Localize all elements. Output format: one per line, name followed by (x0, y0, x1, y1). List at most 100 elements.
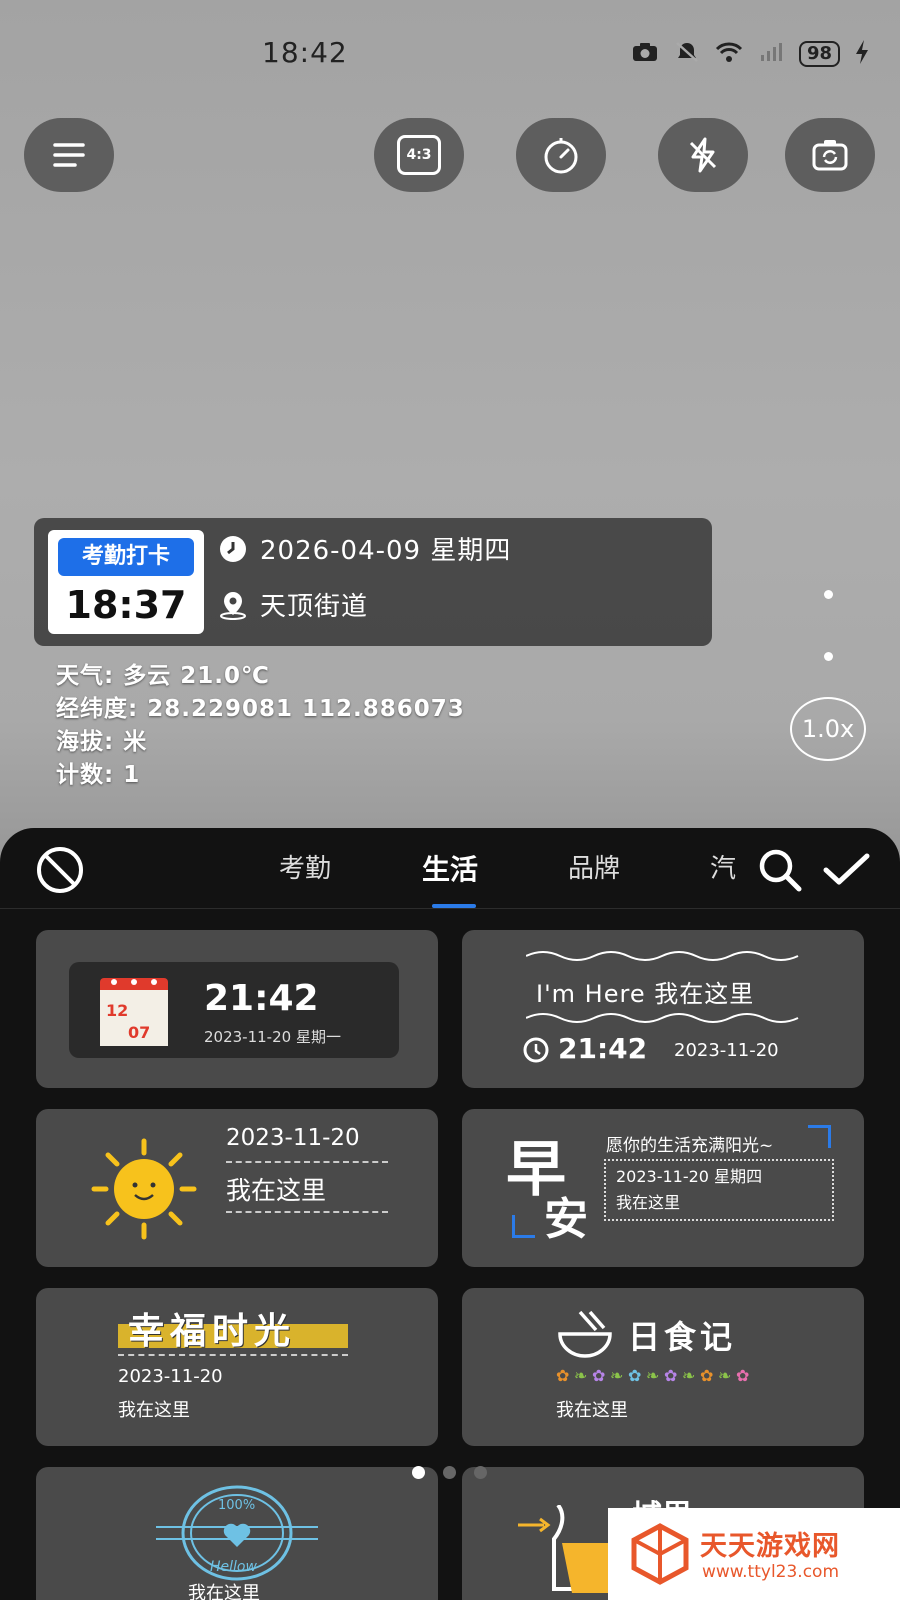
template-card-food-diary[interactable]: 日食记 ✿ ❧ ✿ ❧ ✿ ❧ ✿ ❧ ✿ ❧ ✿ 我在这里 (462, 1288, 864, 1446)
tab-attendance[interactable]: 考勤 (279, 848, 331, 885)
tab-car[interactable]: 汽 (710, 848, 736, 885)
camera-status-icon (631, 41, 659, 67)
site-url: www.ttyl23.com (702, 1562, 840, 1582)
card-date: 2023-11-20 (674, 1040, 779, 1061)
count-text: 计数: 1 (56, 762, 141, 788)
mute-bell-icon (673, 41, 701, 67)
flower-row-icon: ✿ ❧ ✿ ❧ ✿ ❧ ✿ ❧ ✿ ❧ ✿ (556, 1366, 749, 1385)
svg-text:✿: ✿ (556, 1366, 569, 1385)
category-tabs: 考勤 生活 品牌 汽 (0, 828, 900, 909)
site-logo-icon (631, 1523, 689, 1585)
pager-dot[interactable] (443, 1466, 456, 1479)
svg-text:❧: ❧ (610, 1366, 623, 1385)
charging-icon (854, 40, 870, 68)
altitude-text: 海拔: 米 (56, 729, 148, 755)
no-watermark-button[interactable] (32, 842, 88, 898)
svg-text:✿: ✿ (664, 1366, 677, 1385)
check-icon (823, 853, 870, 885)
aspect-ratio-button[interactable]: 4:3 (374, 118, 464, 192)
card-location-label: 我在这里 (556, 1400, 628, 1421)
timer-button[interactable] (516, 118, 606, 192)
tab-brand[interactable]: 品牌 (568, 848, 620, 885)
calendar-day: 07 (128, 1023, 150, 1042)
menu-button[interactable] (24, 118, 114, 192)
status-time: 18:42 (262, 36, 348, 69)
svg-text:✿: ✿ (628, 1366, 641, 1385)
calendar-icon: 12 07 (100, 978, 168, 1046)
template-card-good-morning[interactable]: 早 安 愿你的生活充满阳光~ 2023-11-20 星期四 我在这里 (462, 1109, 864, 1267)
zoom-dot (824, 652, 833, 661)
tab-life[interactable]: 生活 (422, 848, 478, 888)
card-location-label: 我在这里 (226, 1176, 327, 1205)
svg-text:❧: ❧ (574, 1366, 587, 1385)
clock-icon (220, 535, 246, 562)
watermark-info: 天气: 多云 21.0℃ 经纬度: 28.229081 112.886073 海… (56, 660, 465, 792)
template-card-happy-time[interactable]: 幸福时光 2023-11-20 我在这里 (36, 1288, 438, 1446)
status-bar: 18:42 98 (0, 0, 900, 110)
badge-time: 18:37 (65, 583, 187, 627)
badge-title: 考勤打卡 (58, 538, 194, 576)
card-big-char: 安 (544, 1194, 588, 1245)
card-title: 日食记 (628, 1318, 737, 1356)
clock-icon (523, 1037, 549, 1063)
svg-text:✿: ✿ (700, 1366, 713, 1385)
stamp-top-text: 100% (218, 1498, 255, 1513)
location-pin-icon (220, 591, 246, 620)
svg-text:❧: ❧ (718, 1366, 731, 1385)
svg-text:✿: ✿ (736, 1366, 749, 1385)
card-date: 2023-11-20 (226, 1125, 360, 1151)
card-time: 21:42 (204, 978, 319, 1019)
flash-off-icon (689, 137, 717, 173)
active-tab-indicator (432, 904, 476, 908)
confirm-button[interactable] (818, 842, 874, 898)
calendar-month: 12 (106, 1001, 128, 1020)
weather-text: 天气: 多云 21.0℃ (56, 663, 270, 689)
card-heading: I'm Here 我在这里 (536, 980, 755, 1008)
svg-text:✿: ✿ (592, 1366, 605, 1385)
wifi-icon (715, 41, 743, 67)
search-icon (759, 849, 802, 892)
card-date: 2023-11-20 (118, 1366, 223, 1387)
watermark-date: 2026-04-09 星期四 (260, 536, 512, 566)
stamp-bottom-text: Hellow (210, 1559, 257, 1575)
zoom-dot (824, 590, 833, 599)
card-title: 幸福时光 (128, 1311, 297, 1352)
menu-icon (53, 143, 85, 167)
location-row: 天顶街道 (218, 586, 368, 623)
svg-text:❧: ❧ (646, 1366, 659, 1385)
template-card-calendar[interactable]: 12 07 21:42 2023-11-20 星期一 (36, 930, 438, 1088)
card-location-label: 我在这里 (118, 1400, 190, 1421)
card-time: 21:42 (558, 1032, 648, 1065)
template-card-stamp[interactable]: 100% Hellow 我在这里 (36, 1467, 438, 1600)
flash-off-button[interactable] (658, 118, 748, 192)
pager-dot[interactable] (474, 1466, 487, 1479)
switch-camera-icon (812, 140, 848, 171)
card-slogan: 愿你的生活充满阳光~ (606, 1136, 774, 1156)
signal-icon (757, 41, 785, 67)
aspect-ratio-label: 4:3 (397, 135, 441, 175)
wave-divider (526, 1013, 799, 1023)
site-logo-watermark: 天天游戏网 www.ttyl23.com (608, 1508, 900, 1600)
template-card-sun[interactable]: 2023-11-20 我在这里 (36, 1109, 438, 1267)
attendance-badge: 考勤打卡 18:37 (48, 530, 204, 634)
sun-icon (91, 1138, 197, 1240)
timer-icon (544, 138, 578, 174)
search-button[interactable] (752, 842, 808, 898)
wave-divider (526, 951, 799, 961)
card-location-label: 我在这里 (188, 1583, 260, 1600)
card-date: 2023-11-20 星期四 (616, 1167, 763, 1186)
switch-camera-button[interactable] (785, 118, 875, 192)
date-row: 2026-04-09 星期四 (218, 530, 511, 567)
stamp-icon: 100% Hellow (156, 1485, 318, 1581)
card-date: 2023-11-20 星期一 (204, 1028, 341, 1046)
watermark-location: 天顶街道 (260, 592, 369, 622)
zoom-button[interactable]: 1.0x (790, 697, 866, 761)
card-location-label: 我在这里 (616, 1193, 681, 1212)
pager-dot-active[interactable] (412, 1466, 425, 1479)
template-card-im-here[interactable]: I'm Here 我在这里 21:42 2023-11-20 (462, 930, 864, 1088)
status-icons: 98 (631, 40, 870, 68)
prohibited-icon (37, 847, 83, 893)
watermark-card[interactable]: 考勤打卡 18:37 2026-04-09 星期四 天顶街道 (34, 518, 712, 646)
coordinates-text: 经纬度: 28.229081 112.886073 (56, 696, 465, 722)
battery-indicator: 98 (798, 41, 840, 67)
